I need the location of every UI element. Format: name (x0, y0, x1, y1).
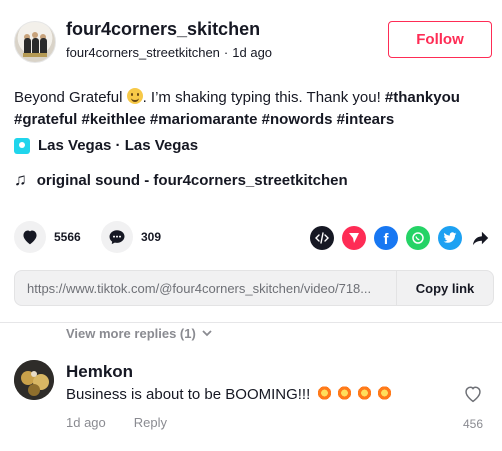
whatsapp-icon[interactable] (406, 226, 430, 250)
share-arrow-icon[interactable] (472, 229, 490, 252)
creator-username[interactable]: four4corners_skitchen (66, 19, 260, 40)
hashtag-link[interactable]: #nowords (262, 111, 333, 128)
location-tag[interactable]: Las Vegas · Las Vegas (14, 137, 198, 154)
comment-icon[interactable] (101, 221, 133, 253)
collision-emoji-icon (376, 386, 394, 400)
comment-count: 309 (141, 230, 162, 244)
reply-button[interactable]: Reply (134, 415, 167, 430)
comment-like-count: 456 (462, 417, 484, 431)
creator-handle[interactable]: four4corners_streetkitchen (66, 45, 220, 60)
creator-subline: four4corners_streetkitchen · 1d ago (66, 45, 272, 60)
comment-time: 1d ago (66, 415, 106, 430)
video-link-box: https://www.tiktok.com/@four4corners_ski… (14, 270, 494, 306)
comment-like[interactable]: 456 (462, 385, 484, 431)
hashtag-link[interactable]: #grateful (14, 111, 77, 128)
heart-icon[interactable] (14, 221, 46, 253)
hashtag-link[interactable]: #keithlee (82, 111, 146, 128)
heart-outline-icon[interactable] (463, 385, 483, 408)
hashtag-link[interactable]: #intears (337, 111, 395, 128)
send-icon[interactable] (342, 226, 366, 250)
comment-body: Business is about to be BOOMING!!! (66, 386, 311, 403)
music-label: original sound - four4corners_streetkitc… (36, 171, 348, 189)
collision-emoji-icon (316, 386, 334, 400)
creator-avatar[interactable] (14, 21, 56, 63)
divider (0, 322, 502, 323)
music-link[interactable]: ♫ original sound - four4corners_streetki… (14, 170, 348, 190)
music-note-icon: ♫ (14, 170, 27, 189)
view-more-replies-label: View more replies (1) (66, 326, 196, 341)
caption-text-end: . I’m shaking typing this. Thank you! (142, 89, 385, 106)
like-count: 5566 (54, 230, 81, 244)
comment-text: Business is about to be BOOMING!!! (66, 386, 394, 403)
separator: · (223, 45, 229, 60)
smiling-tear-emoji-icon (126, 88, 143, 104)
collision-emoji-icon (356, 386, 374, 400)
location-pin-icon (14, 137, 30, 154)
chevron-down-icon (202, 328, 212, 340)
location-label: Las Vegas · Las Vegas (38, 137, 199, 154)
like-stat[interactable]: 5566 (14, 221, 81, 253)
view-more-replies-button[interactable]: View more replies (1) (66, 326, 212, 341)
copy-link-button[interactable]: Copy link (396, 271, 493, 305)
commenter-name[interactable]: Hemkon (66, 362, 133, 382)
collision-emoji-icon (336, 386, 354, 400)
follow-button[interactable]: Follow (388, 21, 492, 58)
post-caption: Beyond Grateful . I’m shaking typing thi… (14, 87, 490, 131)
facebook-icon[interactable]: f (374, 226, 398, 250)
commenter-avatar[interactable] (14, 360, 54, 400)
twitter-icon[interactable] (438, 226, 462, 250)
embed-icon[interactable] (310, 226, 334, 250)
hashtag-link[interactable]: #thankyou (385, 89, 460, 106)
comment-stat[interactable]: 309 (101, 221, 161, 253)
comment-meta: 1d ago Reply (66, 415, 167, 430)
caption-text-start: Beyond Grateful (14, 89, 127, 106)
video-url[interactable]: https://www.tiktok.com/@four4corners_ski… (15, 281, 396, 296)
hashtag-link[interactable]: #mariomarante (150, 111, 258, 128)
post-time: 1d ago (232, 45, 273, 60)
